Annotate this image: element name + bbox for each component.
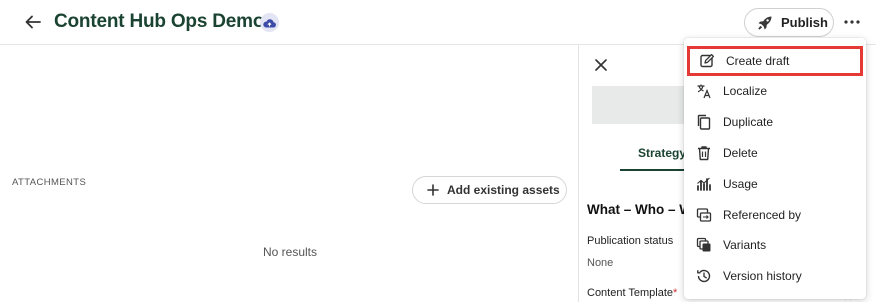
panel-banner	[592, 86, 692, 124]
referenced-icon	[695, 206, 713, 224]
menu-item-label: Delete	[723, 146, 758, 160]
menu-item-label: Version history	[723, 269, 802, 283]
menu-item-variants[interactable]: Variants	[684, 230, 866, 260]
menu-item-label: Localize	[723, 84, 768, 98]
content-template-text: Content Template	[587, 287, 674, 299]
close-panel-button[interactable]	[592, 56, 610, 74]
menu-item-label: Variants	[723, 238, 767, 252]
menu-item-usage[interactable]: Usage	[684, 169, 866, 199]
more-options-button[interactable]	[842, 12, 862, 32]
copy-icon	[695, 113, 713, 131]
history-icon	[695, 267, 713, 285]
translate-icon	[695, 82, 713, 100]
empty-state-text: No results	[263, 245, 318, 259]
arrow-left-icon	[25, 15, 41, 29]
publication-status-value: None	[587, 257, 614, 269]
panel-divider	[578, 45, 579, 302]
page-title: Content Hub Ops Demo	[54, 11, 265, 32]
menu-item-label: Create draft	[726, 54, 790, 68]
cloud-icon	[263, 18, 276, 28]
back-button[interactable]	[22, 11, 44, 33]
usage-icon	[695, 175, 713, 193]
menu-item-version-history[interactable]: Version history	[684, 261, 866, 291]
active-tab-indicator	[620, 169, 690, 171]
menu-item-duplicate[interactable]: Duplicate	[684, 107, 866, 137]
menu-item-referenced-by[interactable]: Referenced by	[684, 200, 866, 230]
edit-icon	[698, 52, 716, 70]
add-existing-assets-label: Add existing assets	[447, 183, 560, 197]
menu-item-create-draft[interactable]: Create draft	[687, 46, 863, 76]
publish-button[interactable]: Publish	[744, 8, 834, 37]
menu-item-localize[interactable]: Localize	[684, 76, 866, 106]
more-options-menu: Create draft Localize Duplicate Delete U…	[684, 38, 866, 299]
content-template-label: Content Template*	[587, 287, 677, 299]
rocket-icon	[758, 16, 772, 30]
tab-strategy[interactable]: Strategy	[638, 146, 686, 160]
cloud-sync-badge[interactable]	[260, 13, 279, 32]
publish-label: Publish	[781, 15, 828, 30]
menu-item-delete[interactable]: Delete	[684, 138, 866, 168]
plus-icon	[427, 184, 439, 196]
menu-item-label: Duplicate	[723, 115, 774, 129]
more-horizontal-icon	[844, 20, 860, 24]
variants-icon	[695, 236, 713, 254]
trash-icon	[695, 144, 713, 162]
required-marker: *	[673, 287, 678, 299]
add-existing-assets-button[interactable]: Add existing assets	[412, 176, 567, 204]
menu-item-label: Usage	[723, 177, 758, 191]
publication-status-label: Publication status	[587, 235, 674, 247]
panel-heading: What – Who – W	[587, 202, 692, 217]
menu-item-label: Referenced by	[723, 208, 802, 222]
attachments-heading: ATTACHMENTS	[12, 177, 87, 188]
close-icon	[595, 59, 607, 71]
